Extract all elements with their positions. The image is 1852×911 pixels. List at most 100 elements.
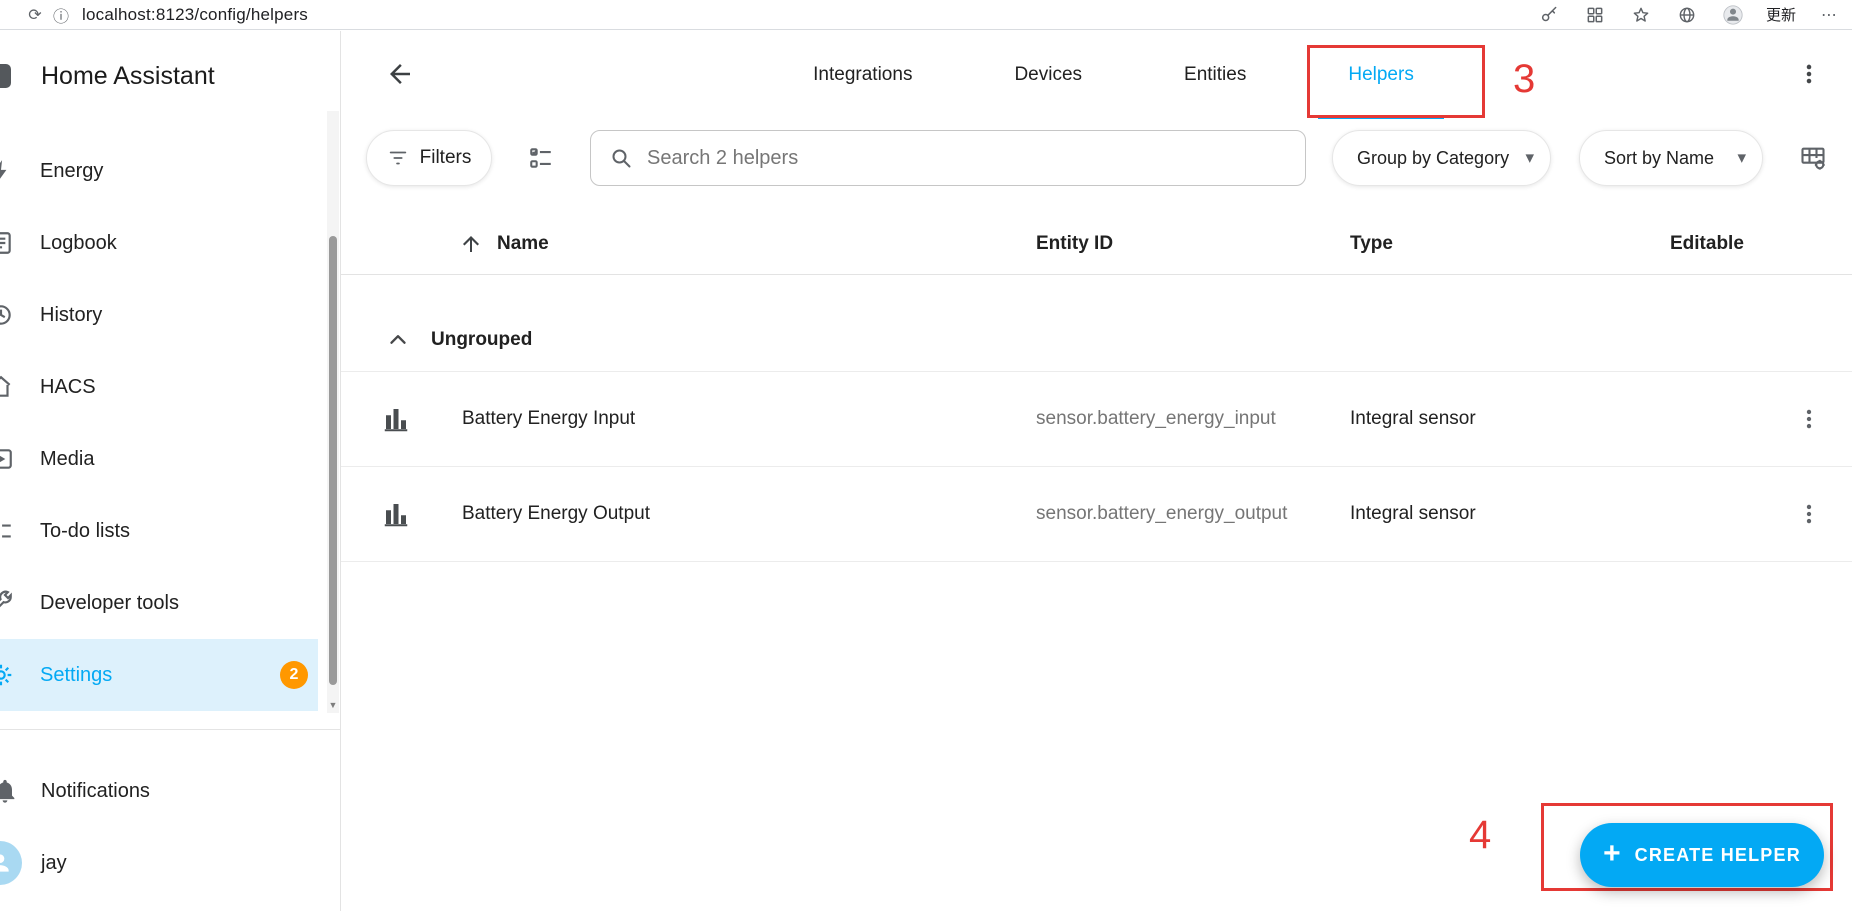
app: Home Assistant Energy Logbook xyxy=(0,31,1852,911)
sidebar-item-label: To-do lists xyxy=(40,520,130,543)
sidebar-item-label: History xyxy=(40,304,102,327)
tab-helpers[interactable]: Helpers xyxy=(1318,31,1443,119)
browser-actions: 更新 ⋯ xyxy=(1536,3,1852,27)
tab-label: Devices xyxy=(1014,64,1082,86)
group-row-ungrouped[interactable]: Ungrouped xyxy=(341,309,1852,372)
password-key-icon[interactable] xyxy=(1536,3,1562,27)
row-menu-icon[interactable] xyxy=(1796,406,1822,432)
gear-icon xyxy=(0,662,14,688)
chevron-up-icon[interactable] xyxy=(385,327,411,353)
table-row[interactable]: Battery Energy Output sensor.battery_ene… xyxy=(341,467,1852,562)
group-by-dropdown[interactable]: Group by Category ▾ xyxy=(1332,130,1551,186)
tab-label: Entities xyxy=(1184,64,1246,86)
main-content: Integrations Devices Entities Helpers xyxy=(341,31,1852,911)
page-info-icon[interactable]: ⓘ xyxy=(48,3,74,27)
developer-tools-icon xyxy=(0,590,14,616)
search-icon xyxy=(609,146,633,170)
active-tab-underline xyxy=(1318,116,1443,119)
tab-label: Integrations xyxy=(813,64,912,86)
sidebar-item-label: Logbook xyxy=(40,232,117,255)
screen: ⟳ ⓘ localhost:8123/config/helpers 更新 ⋯ xyxy=(0,0,1852,911)
helper-entity-id: sensor.battery_energy_output xyxy=(1036,503,1287,525)
sidebar-item-label: Settings xyxy=(40,664,112,687)
group-by-label: Group by Category xyxy=(1357,148,1509,169)
group-label: Ungrouped xyxy=(431,329,532,351)
sidebar-item-user[interactable]: jay xyxy=(0,832,340,894)
menu-icon[interactable] xyxy=(0,64,11,88)
column-header-name[interactable]: Name xyxy=(497,233,549,255)
sidebar-nav: Energy Logbook History xyxy=(0,135,340,711)
tab-label: Helpers xyxy=(1348,64,1413,86)
reload-icon[interactable]: ⟳ xyxy=(22,3,48,27)
table-settings-icon[interactable] xyxy=(1791,138,1835,178)
sidebar-item-label: Media xyxy=(40,448,94,471)
column-header-type[interactable]: Type xyxy=(1350,233,1393,255)
logbook-icon xyxy=(0,230,14,256)
select-mode-icon[interactable] xyxy=(521,138,561,178)
translate-icon[interactable] xyxy=(1674,3,1700,27)
histogram-icon xyxy=(381,499,411,529)
chevron-down-icon: ▾ xyxy=(1525,148,1534,168)
column-header-entity-id[interactable]: Entity ID xyxy=(1036,233,1113,255)
collections-grid-icon[interactable] xyxy=(1582,3,1608,27)
sort-by-label: Sort by Name xyxy=(1604,148,1714,169)
scrollbar-thumb[interactable] xyxy=(329,236,337,685)
helper-type: Integral sensor xyxy=(1350,503,1476,525)
user-name: jay xyxy=(41,852,67,875)
sidebar-item-hacs[interactable]: HACS xyxy=(0,351,318,423)
helper-name: Battery Energy Input xyxy=(462,408,635,430)
table-header: Name Entity ID Type Editable xyxy=(341,213,1852,275)
address-bar[interactable]: localhost:8123/config/helpers xyxy=(82,5,308,25)
sort-ascending-icon[interactable] xyxy=(459,232,483,256)
filters-button[interactable]: Filters xyxy=(366,130,492,186)
plus-icon: + xyxy=(1603,837,1621,871)
histogram-icon xyxy=(381,404,411,434)
sidebar-item-label: Notifications xyxy=(41,780,150,803)
media-play-icon xyxy=(0,446,14,472)
helper-entity-id: sensor.battery_energy_input xyxy=(1036,408,1276,430)
history-clock-icon xyxy=(0,302,14,328)
todo-check-icon xyxy=(0,518,14,544)
chevron-down-icon: ▾ xyxy=(1737,148,1746,168)
row-menu-icon[interactable] xyxy=(1796,501,1822,527)
sidebar-item-media[interactable]: Media xyxy=(0,423,318,495)
sidebar: Home Assistant Energy Logbook xyxy=(0,31,341,911)
sidebar-item-energy[interactable]: Energy xyxy=(0,135,318,207)
sidebar-item-settings[interactable]: Settings 2 xyxy=(0,639,318,711)
scrollbar-down-arrow[interactable]: ▼ xyxy=(327,699,339,711)
sort-by-dropdown[interactable]: Sort by Name ▾ xyxy=(1579,130,1763,186)
bell-icon xyxy=(0,777,19,805)
sidebar-item-notifications[interactable]: Notifications xyxy=(0,760,340,822)
sidebar-item-label: Energy xyxy=(40,160,103,183)
helper-type: Integral sensor xyxy=(1350,408,1476,430)
lightning-icon xyxy=(0,158,14,184)
helper-name: Battery Energy Output xyxy=(462,503,650,525)
tab-bar: Integrations Devices Entities Helpers xyxy=(375,31,1852,119)
overflow-menu-icon[interactable] xyxy=(1796,61,1824,89)
filter-icon xyxy=(387,147,409,169)
search-input[interactable] xyxy=(647,131,1305,185)
create-helper-button[interactable]: + CREATE HELPER xyxy=(1580,823,1824,887)
browser-menu-icon[interactable]: ⋯ xyxy=(1816,3,1842,27)
favorites-star-icon[interactable] xyxy=(1628,3,1654,27)
sidebar-item-todo-lists[interactable]: To-do lists xyxy=(0,495,318,567)
browser-chrome: ⟳ ⓘ localhost:8123/config/helpers 更新 ⋯ xyxy=(0,0,1852,30)
sidebar-item-label: Developer tools xyxy=(40,592,179,615)
sidebar-item-developer-tools[interactable]: Developer tools xyxy=(0,567,318,639)
tab-integrations[interactable]: Integrations xyxy=(783,31,942,119)
avatar xyxy=(0,841,22,885)
profile-avatar-icon[interactable] xyxy=(1720,3,1746,27)
app-title: Home Assistant xyxy=(41,62,215,91)
sidebar-item-history[interactable]: History xyxy=(0,279,318,351)
settings-badge: 2 xyxy=(280,661,308,689)
create-helper-label: CREATE HELPER xyxy=(1635,845,1801,866)
tab-devices[interactable]: Devices xyxy=(984,31,1112,119)
annotation-number-4: 4 xyxy=(1469,813,1491,858)
browser-update-button[interactable]: 更新 xyxy=(1766,4,1796,25)
table-row[interactable]: Battery Energy Input sensor.battery_ener… xyxy=(341,372,1852,467)
column-header-editable[interactable]: Editable xyxy=(1670,233,1744,255)
tab-entities[interactable]: Entities xyxy=(1154,31,1276,119)
page-header: Integrations Devices Entities Helpers xyxy=(341,31,1852,119)
sidebar-divider xyxy=(0,729,340,730)
sidebar-item-logbook[interactable]: Logbook xyxy=(0,207,318,279)
